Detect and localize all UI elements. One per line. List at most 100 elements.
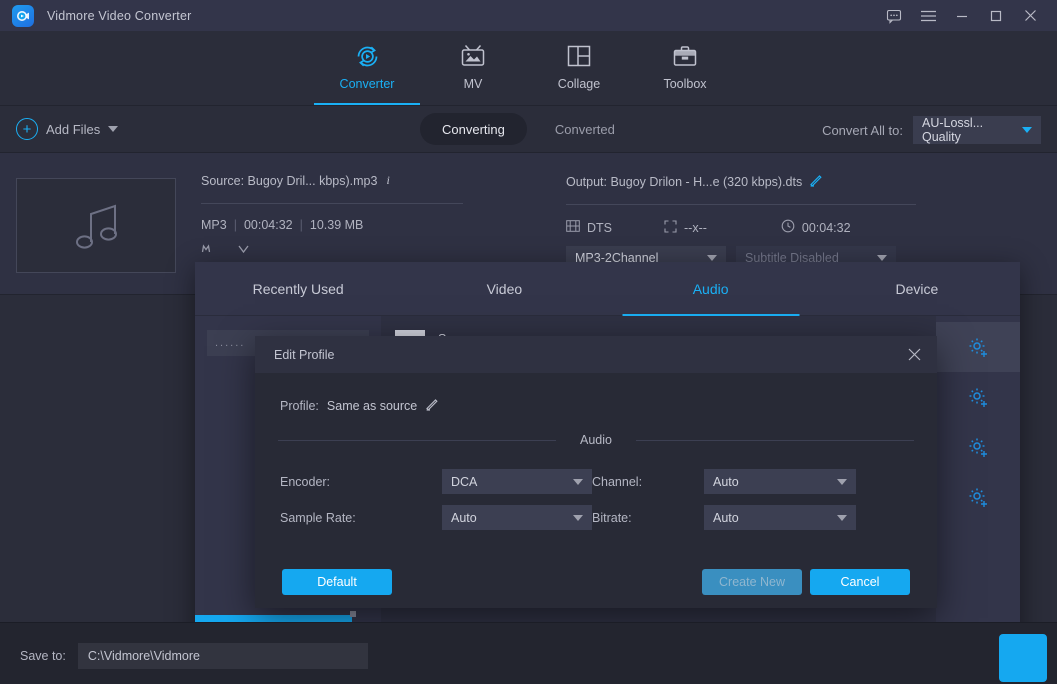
main-navigation: Converter MV [0,31,1057,106]
source-tools [201,242,463,260]
tab-toolbox-label: Toolbox [663,77,706,91]
source-label: Source: Bugoy Dril... kbps).mp3 [201,174,377,188]
tab-toolbox[interactable]: Toolbox [632,31,738,105]
chevron-down-icon [707,255,717,261]
output-format-item: DTS [566,220,612,235]
dialog-buttons: Default Create New Cancel [255,569,937,595]
sample-rate-label: Sample Rate: [280,511,442,525]
tab-converted[interactable]: Converted [533,113,637,145]
format-settings-column [936,316,1020,662]
resize-icon [664,220,677,236]
profile-label: Profile: [280,399,319,413]
channel-label: Channel: [592,475,704,489]
queue-tabs: Converting Converted [420,113,637,145]
app-window: Vidmore Video Converter [0,0,1057,684]
save-to-label: Save to: [20,649,66,663]
tab-collage[interactable]: Collage [526,31,632,105]
bitrate-select[interactable]: Auto [704,505,856,530]
gear-plus-icon [968,387,989,408]
source-size: 10.39 MB [310,218,364,232]
minimize-icon[interactable] [945,0,979,31]
save-path-input[interactable]: C:\Vidmore\Vidmore [78,643,368,669]
dialog-form: Encoder: DCA Channel: Auto Sample Rate: … [280,469,937,530]
rename-pencil-icon[interactable] [809,173,823,190]
chevron-down-icon[interactable] [108,126,118,132]
divider [201,203,463,204]
tab-recently-used[interactable]: Recently Used [195,262,401,316]
menu-icon[interactable] [911,0,945,31]
svg-text:i: i [387,173,390,186]
edit-icon[interactable] [201,242,216,260]
channel-select[interactable]: Auto [704,469,856,494]
output-resolution-item: --x-- [664,220,707,236]
dialog-header: Edit Profile [255,336,937,373]
default-button[interactable]: Default [282,569,392,595]
chevron-down-icon [573,515,583,521]
edit-profile-gear-button[interactable] [936,372,1020,422]
tab-converter[interactable]: Converter [314,31,420,105]
chevron-down-icon [573,479,583,485]
bitrate-label: Bitrate: [592,511,704,525]
tab-audio[interactable]: Audio [608,262,814,316]
gear-plus-icon [968,337,989,358]
tab-converted-label: Converted [555,122,615,137]
feedback-icon[interactable] [877,0,911,31]
tab-device[interactable]: Device [814,262,1020,316]
save-to-row: Save to: C:\Vidmore\Vidmore [20,643,368,669]
dialog-section-title: Audio [278,433,914,447]
source-duration: 00:04:32 [244,218,293,232]
encoder-value: DCA [451,475,477,489]
tab-mv-label: MV [464,77,483,91]
output-duration-item: 00:04:32 [781,219,851,236]
app-logo-icon [12,5,34,27]
create-new-button-label: Create New [719,575,785,589]
quality-select[interactable]: AU-Lossl... Quality [913,116,1041,144]
output-duration: 00:04:32 [802,221,851,235]
edit-profile-gear-button[interactable] [936,422,1020,472]
tab-mv[interactable]: MV [420,31,526,105]
toolbox-icon [672,41,698,71]
info-icon[interactable]: i [384,173,395,189]
source-info: Source: Bugoy Dril... kbps).mp3 i MP3 | … [201,173,463,260]
source-meta: MP3 | 00:04:32 | 10.39 MB [201,218,463,232]
tab-video[interactable]: Video [401,262,607,316]
edit-profile-gear-button[interactable] [936,322,1020,372]
close-icon[interactable] [906,346,923,363]
tab-collage-label: Collage [558,77,600,91]
chevron-down-icon [837,479,847,485]
gear-plus-icon [968,437,989,458]
tab-device-label: Device [895,281,938,297]
chevron-down-icon [877,255,887,261]
format-tabs: Recently Used Video Audio Device [195,262,1020,316]
rename-pencil-icon[interactable] [425,397,439,414]
convert-all-button[interactable] [999,634,1047,682]
action-toolbar: + Add Files Converting Converted Convert… [0,106,1057,153]
tab-audio-label: Audio [693,281,729,297]
edit-profile-dialog: Edit Profile Profile: Same as source Aud… [255,336,937,608]
maximize-icon[interactable] [979,0,1013,31]
edit-profile-gear-button[interactable] [936,472,1020,522]
tab-converting[interactable]: Converting [420,113,527,145]
trim-icon[interactable] [236,242,251,260]
chevron-down-icon [1022,127,1032,133]
add-files-button[interactable]: + Add Files [16,118,118,140]
encoder-select[interactable]: DCA [442,469,592,494]
cancel-button[interactable]: Cancel [810,569,910,595]
sample-rate-select[interactable]: Auto [442,505,592,530]
output-info: Output: Bugoy Drilon - H...e (320 kbps).… [566,173,916,270]
clock-icon [781,219,795,236]
app-title: Vidmore Video Converter [47,9,192,23]
mv-icon [459,41,487,71]
source-title-row: Source: Bugoy Dril... kbps).mp3 i [201,173,463,189]
create-new-button[interactable]: Create New [702,569,802,595]
close-icon[interactable] [1013,0,1047,31]
format-search-placeholder: ...... [215,337,245,349]
save-path-value: C:\Vidmore\Vidmore [88,649,200,663]
window-controls [877,0,1057,31]
divider [566,204,916,205]
plus-icon: + [16,118,38,140]
source-format: MP3 [201,218,227,232]
collage-icon [566,41,592,71]
title-bar: Vidmore Video Converter [0,0,1057,31]
chevron-down-icon [837,515,847,521]
